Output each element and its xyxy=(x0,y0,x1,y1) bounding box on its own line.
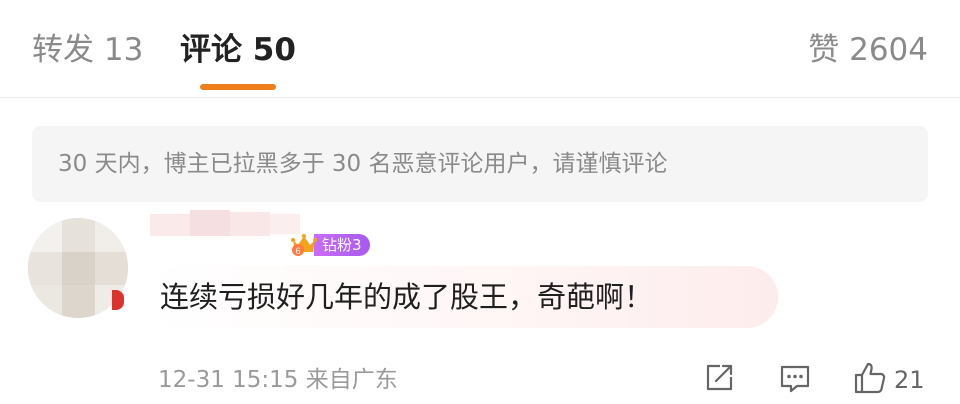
crown-icon: 6 xyxy=(290,232,318,258)
active-tab-indicator xyxy=(200,84,276,90)
svg-text:6: 6 xyxy=(295,246,300,256)
comment-notice: 30 天内，博主已拉黑多于 30 名恶意评论用户，请谨慎评论 xyxy=(32,126,928,202)
tab-repost[interactable]: 转发 13 xyxy=(32,28,143,72)
comment-meta: 12-31 15:15 来自广东 xyxy=(158,367,398,393)
comment-icon xyxy=(778,361,812,399)
comment-text: 连续亏损好几年的成了股王，奇葩啊！ xyxy=(160,280,654,314)
edit-share-icon xyxy=(702,361,736,399)
tab-comments[interactable]: 评论 50 xyxy=(180,28,296,72)
tab-likes[interactable]: 赞 2604 xyxy=(808,28,928,72)
avatar-badge xyxy=(112,290,124,310)
share-button[interactable] xyxy=(702,362,736,398)
comment-tabs: 转发 13 评论 50 赞 2604 xyxy=(0,0,960,98)
fan-badge: 6 钻粉3 xyxy=(290,232,370,258)
username-obscured[interactable] xyxy=(150,210,310,240)
like-button[interactable]: 21 xyxy=(852,362,925,398)
thumbs-up-icon xyxy=(852,360,888,400)
reply-button[interactable] xyxy=(778,362,812,398)
fan-badge-label: 钻粉3 xyxy=(314,234,370,256)
like-count: 21 xyxy=(894,366,925,394)
